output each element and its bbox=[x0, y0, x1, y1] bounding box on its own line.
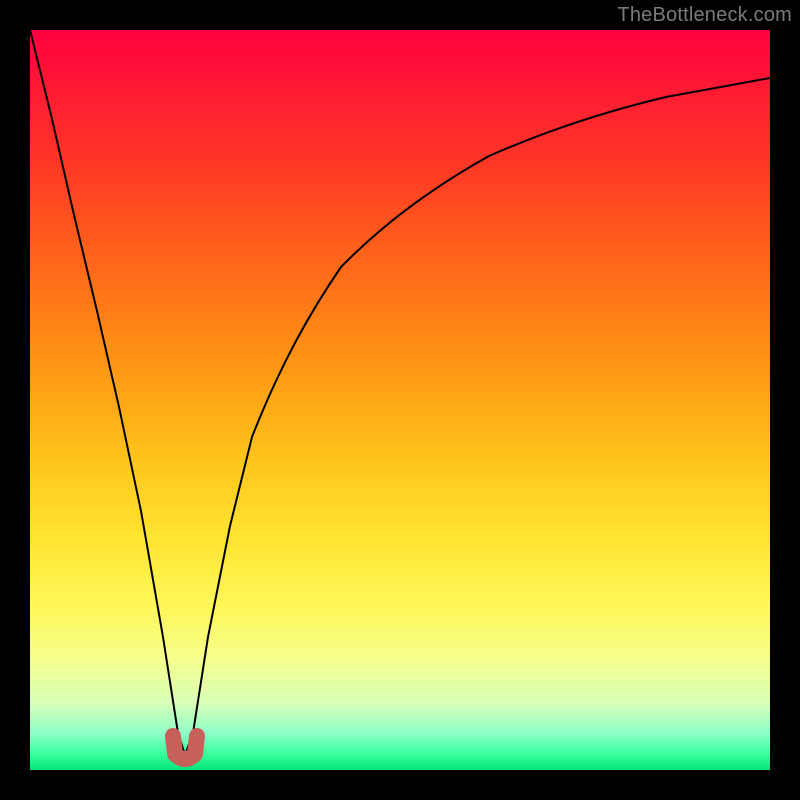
chart-frame: TheBottleneck.com bbox=[0, 0, 800, 800]
bottleneck-curve bbox=[30, 30, 770, 770]
curve-path bbox=[30, 30, 770, 755]
sweet-spot-marker bbox=[173, 736, 197, 759]
watermark-text: TheBottleneck.com bbox=[617, 4, 792, 27]
plot-area bbox=[30, 30, 770, 770]
